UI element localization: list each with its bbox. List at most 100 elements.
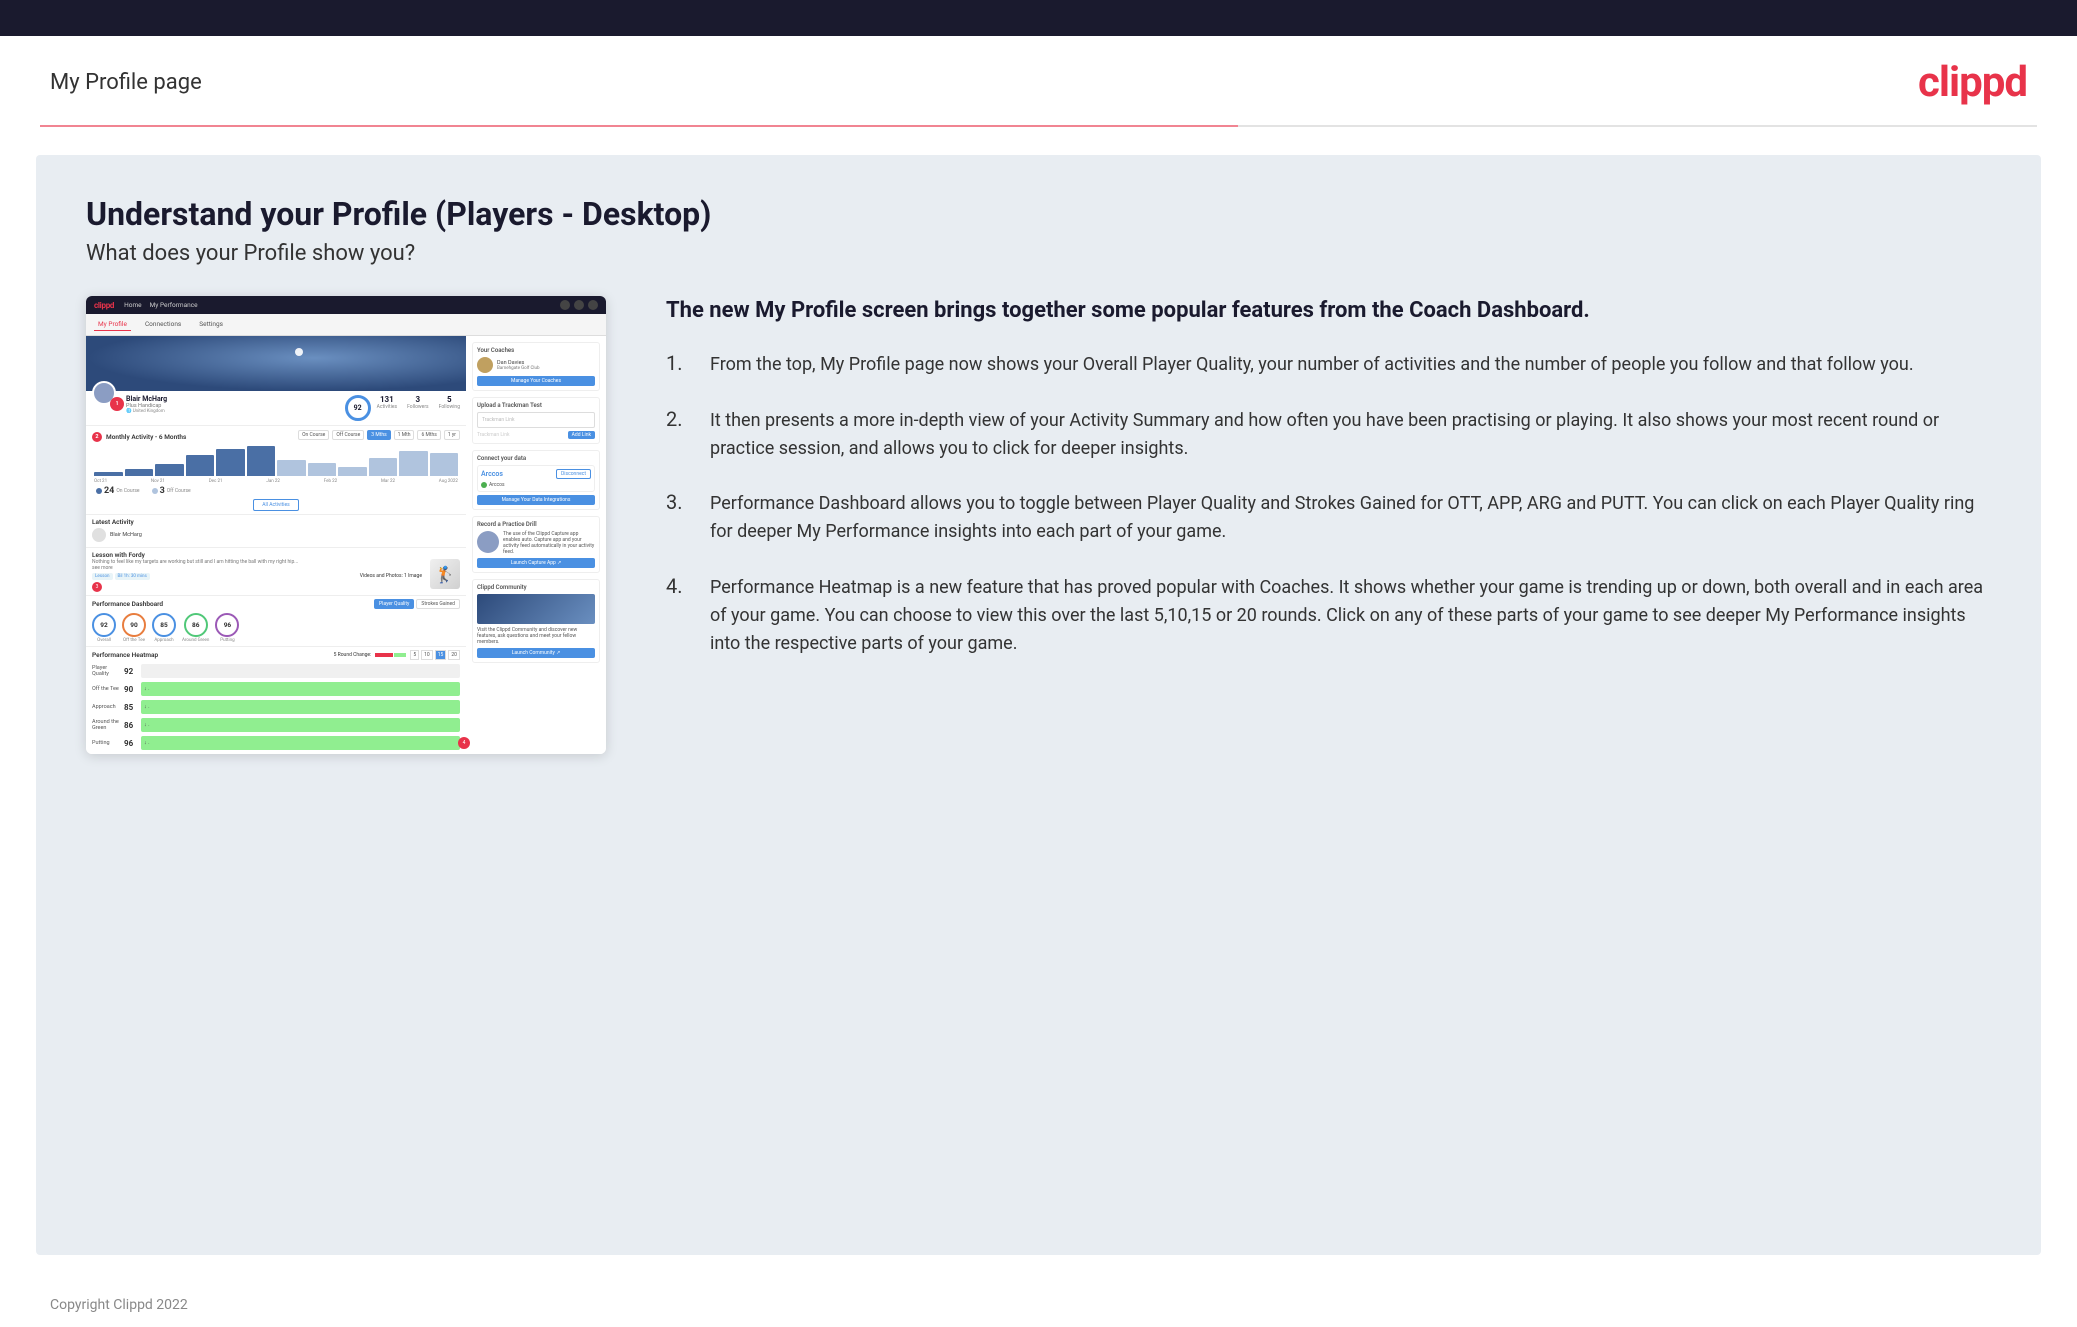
mockup-lesson-info: Nothing to feel like my targets are work…: [92, 559, 422, 592]
heatmap-row-approach: Approach 85 ↓ .: [92, 699, 460, 715]
bar-8: [308, 463, 337, 476]
mockup-trackman-section: Upload a Trackman Test Trackman Link Tra…: [472, 397, 600, 444]
mockup-lesson-section: Lesson with Fordy Nothing to feel like m…: [86, 547, 466, 595]
list-text-1: From the top, My Profile page now shows …: [710, 351, 1914, 379]
mockup-connected-dot: [481, 482, 487, 488]
chart-label-2: Nov 21: [151, 479, 165, 484]
heatmap-bar-putting: 96 ↓ .: [124, 735, 460, 751]
list-text-4: Performance Heatmap is a new feature tha…: [710, 574, 1991, 658]
chart-label-7: Aug 2022: [439, 479, 458, 484]
list-text-3: Performance Dashboard allows you to togg…: [710, 490, 1991, 546]
mockup-trackman-title: Upload a Trackman Test: [477, 402, 595, 409]
mockup-coach-club: Barnehgate Golf Club: [497, 366, 540, 371]
mockup-act-name: Blair McHarg: [110, 532, 142, 538]
heatmap-box-offtee: ↓ .: [141, 682, 460, 696]
mockup-activity-header: 2 Monthly Activity - 6 Months On Course …: [92, 430, 460, 443]
chart-label-4: Jan 22: [266, 479, 280, 484]
toggle-strokes-gained[interactable]: Strokes Gained: [416, 599, 460, 609]
mockup-right-sidebar: Your Coaches Dan Davies Barnehgate Golf …: [466, 336, 606, 754]
logo: clippd: [1918, 58, 2027, 107]
heatmap-10[interactable]: 10: [421, 650, 433, 660]
bar-2: [125, 469, 154, 477]
mockup-following-label: Following: [439, 404, 460, 410]
mockup-arccos-btn[interactable]: Disconnect: [556, 469, 591, 479]
heatmap-5[interactable]: 5: [410, 650, 419, 660]
chart-label-1: Oct 21: [94, 479, 107, 484]
mockup-trackman-placeholder: Trackman Link: [482, 417, 515, 423]
feature-list: 1. From the top, My Profile page now sho…: [666, 351, 1991, 658]
mockup-activity-title: Monthly Activity - 6 Months: [106, 433, 186, 441]
mockup-heatmap-section: Performance Heatmap 5 Round Change: 5: [86, 646, 466, 754]
mockup-practice-row: The use of the Clippd Capture app enable…: [477, 531, 595, 555]
filter-1mth: 1 Mth: [394, 430, 415, 440]
mockup-launch-capture-btn[interactable]: Launch Capture App ↗: [477, 558, 595, 568]
mockup-trackman-add-btn[interactable]: Add Link: [568, 431, 595, 439]
mockup-location: 🌐 United Kingdom: [126, 409, 339, 414]
heatmap-trend-red: [375, 653, 393, 657]
bar-6: [247, 446, 276, 476]
mockup-manage-integrations-btn[interactable]: Manage Your Data Integrations: [477, 495, 595, 505]
ring-offtee-circle: 90: [122, 613, 146, 637]
heatmap-box-putting: ↓ .: [141, 736, 460, 750]
footer-text: Copyright Clippd 2022: [50, 1297, 188, 1313]
mockup-act-icon: [92, 528, 106, 542]
mockup-connect-title: Connect your data: [477, 455, 595, 462]
ring-approach: 85 Approach: [152, 613, 176, 643]
mockup-lesson-tags: Lesson Bil 1h: 30 mins Videos and Photos…: [92, 573, 422, 580]
mockup-media-count: Videos and Photos: 1 Image: [360, 573, 422, 580]
bar-12: [430, 453, 459, 476]
toggle-player-quality[interactable]: Player Quality: [374, 599, 414, 609]
mockup-quality-ring: 92: [345, 395, 371, 421]
mockup-coaches-title: Your Coaches: [477, 347, 595, 354]
mockup-trackman-input[interactable]: Trackman Link: [477, 412, 595, 428]
list-item-3: 3. Performance Dashboard allows you to t…: [666, 490, 1991, 546]
mockup-launch-community-btn[interactable]: Launch Community ↗: [477, 648, 595, 658]
mockup-manage-coaches-btn[interactable]: Manage Your Coaches: [477, 376, 595, 386]
mockup-stat-activities: 131 Activities: [377, 395, 397, 410]
mockup-rings-row: 92 Overall 90 Off the Tee 85 Approach: [92, 613, 460, 643]
mockup-performance-dashboard: Performance Dashboard Player Quality Str…: [86, 595, 466, 646]
mockup-arccos-row: Arccos Disconnect: [481, 469, 591, 479]
ring-around-label: Around Green: [182, 638, 209, 643]
subnav-connections: Connections: [141, 318, 185, 331]
nav-icon-2: [574, 300, 584, 310]
ring-overall: 92 Overall: [92, 613, 116, 643]
ring-putting: 96 Putting: [215, 613, 239, 643]
list-num-3: 3.: [666, 490, 694, 514]
two-column-layout: clippd Home My Performance My Profile Co…: [86, 296, 1991, 754]
subnav-settings: Settings: [195, 318, 227, 331]
mockup-activity-section: 2 Monthly Activity - 6 Months On Course …: [86, 425, 466, 514]
mockup-hcp-badge: 1: [110, 397, 124, 411]
page-title: My Profile page: [50, 70, 202, 95]
mockup-activities-value: 131: [377, 395, 397, 404]
bar-4: [186, 455, 215, 476]
heatmap-trend-bars: [375, 653, 406, 657]
ring-around-circle: 86: [184, 613, 208, 637]
content-subtitle: What does your Profile show you?: [86, 241, 1991, 266]
mockup-logo: clippd: [94, 301, 114, 310]
content-title: Understand your Profile (Players - Deskt…: [86, 195, 1991, 233]
mockup-arccos-logo: Arccos: [481, 470, 503, 478]
heatmap-label-around: Around the Green: [92, 719, 120, 731]
mockup-heatmap-title: Performance Heatmap: [92, 651, 158, 659]
all-activities-btn[interactable]: All Activities: [253, 499, 298, 511]
mockup-profile-section: 1 Blair McHarg Plus Handicap 🌐 United Ki…: [86, 336, 466, 754]
mockup-stat-followers: 3 Followers: [407, 395, 429, 410]
nav-icon-1: [560, 300, 570, 310]
mockup-trackman-text2: Trackman Link: [477, 432, 510, 438]
list-num-2: 2.: [666, 407, 694, 431]
heatmap-20[interactable]: 20: [448, 650, 460, 660]
mockup-subnav: My Profile Connections Settings: [86, 314, 606, 336]
mockup-practice-avatar: [477, 531, 499, 553]
heatmap-bar-offtee: 90 ↓ .: [124, 681, 460, 697]
mockup-heatmap-num-controls: 5 10 15 20: [410, 650, 460, 660]
mockup-activities-label: Activities: [377, 404, 397, 410]
mockup-stat-following: 5 Following: [439, 395, 460, 410]
mockup-heatmap-controls-wrap: 5 Round Change: 5 10 15: [334, 650, 460, 660]
mockup-coach-row: Dan Davies Barnehgate Golf Club: [477, 357, 595, 373]
mockup-heatmap-rows: Player Quality 92 Off the Tee: [92, 663, 460, 751]
mockup-followers-label: Followers: [407, 404, 429, 410]
ring-putting-label: Putting: [220, 638, 234, 643]
heatmap-15[interactable]: 15: [435, 650, 447, 660]
heatmap-row-putting: Putting 96 ↓ . 4: [92, 735, 460, 751]
